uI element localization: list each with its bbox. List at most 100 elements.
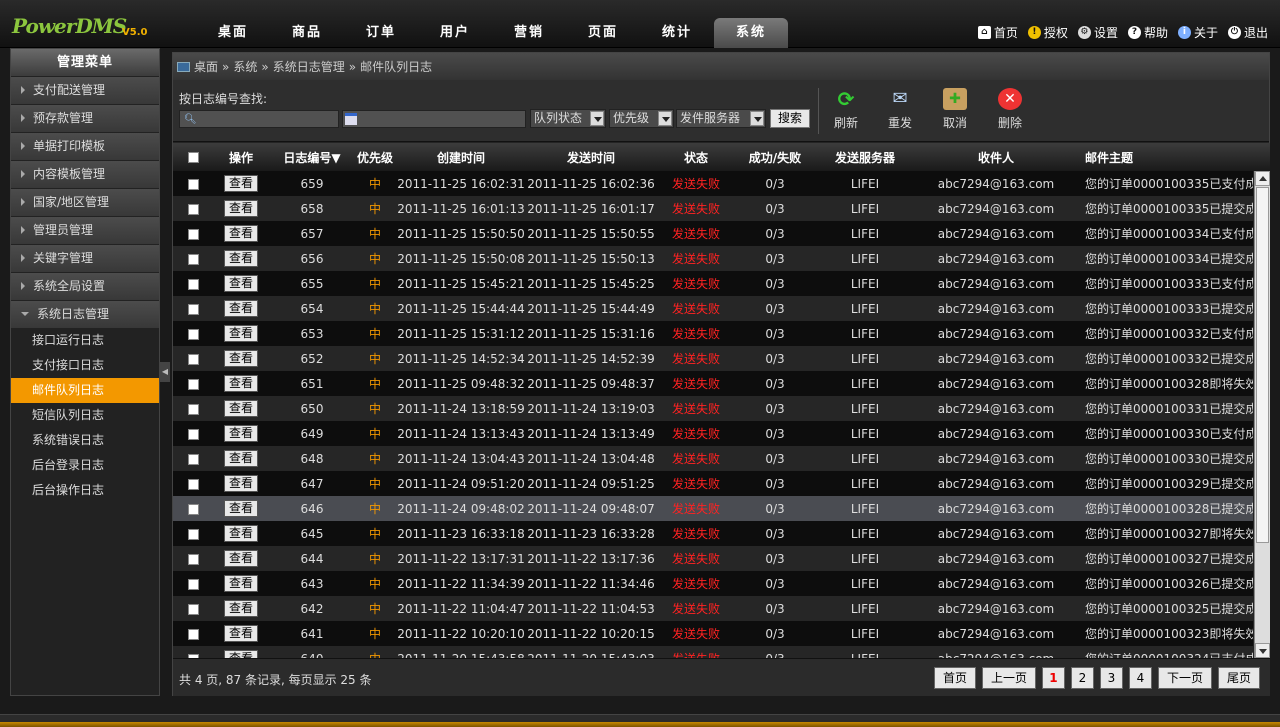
table-row[interactable]: 查看 646 中 2011-11-24 09:48:02 2011-11-24 09:4… [173,496,1253,521]
table-row[interactable]: 查看 647 中 2011-11-24 09:51:20 2011-11-24 09:5… [173,471,1253,496]
table-row[interactable]: 查看 649 中 2011-11-24 13:13:43 2011-11-24 13:1… [173,421,1253,446]
table-row[interactable]: 查看 652 中 2011-11-25 14:52:34 2011-11-25 14:5… [173,346,1253,371]
delete-button[interactable]: ✕ 删除 [987,88,1033,131]
nav-tab-stats[interactable]: 统计 [640,18,714,48]
row-checkbox[interactable] [187,403,199,415]
first-page-button[interactable]: 首页 [933,667,976,689]
sidebar-group-global-settings[interactable]: 系统全局设置 [11,273,159,300]
view-button[interactable]: 查看 [224,500,258,517]
sidebar-item-operation-log[interactable]: 后台操作日志 [11,478,159,503]
sidebar-group-print-templates[interactable]: 单据打印模板 [11,133,159,160]
sidebar-group-admins[interactable]: 管理员管理 [11,217,159,244]
view-button[interactable]: 查看 [224,625,258,642]
view-button[interactable]: 查看 [224,525,258,542]
page-4-button[interactable]: 4 [1128,667,1152,689]
row-checkbox[interactable] [187,553,199,565]
sidebar-item-sms-queue-log[interactable]: 短信队列日志 [11,403,159,428]
view-button[interactable]: 查看 [224,450,258,467]
breadcrumb-desktop[interactable]: 桌面 [194,54,218,80]
table-row[interactable]: 查看 653 中 2011-11-25 15:31:12 2011-11-25 15:3… [173,321,1253,346]
scroll-up-button[interactable] [1255,171,1270,186]
view-button[interactable]: 查看 [224,275,258,292]
table-row[interactable]: 查看 645 中 2011-11-23 16:33:18 2011-11-23 16:3… [173,521,1253,546]
table-row[interactable]: 查看 658 中 2011-11-25 16:01:13 2011-11-25 16:0… [173,196,1253,221]
table-row[interactable]: 查看 642 中 2011-11-22 11:04:47 2011-11-22 11:0… [173,596,1253,621]
row-checkbox[interactable] [187,378,199,390]
row-checkbox[interactable] [187,603,199,615]
table-row[interactable]: 查看 656 中 2011-11-25 15:50:08 2011-11-25 15:5… [173,246,1253,271]
table-row[interactable]: 查看 644 中 2011-11-22 13:17:31 2011-11-22 13:1… [173,546,1253,571]
row-checkbox[interactable] [187,228,199,240]
view-button[interactable]: 查看 [224,175,258,192]
scroll-thumb[interactable] [1256,187,1269,543]
row-checkbox[interactable] [187,628,199,640]
table-row[interactable]: 查看 650 中 2011-11-24 13:18:59 2011-11-24 13:1… [173,396,1253,421]
view-button[interactable]: 查看 [224,200,258,217]
sidebar-group-deposit[interactable]: 预存款管理 [11,105,159,132]
row-checkbox[interactable] [187,353,199,365]
view-button[interactable]: 查看 [224,325,258,342]
refresh-button[interactable]: ⟳ 刷新 [823,88,869,131]
row-checkbox[interactable] [187,178,199,190]
nav-tab-desktop[interactable]: 桌面 [196,18,270,48]
sidebar-item-error-log[interactable]: 系统错误日志 [11,428,159,453]
row-checkbox[interactable] [187,578,199,590]
search-input[interactable] [179,110,339,128]
view-button[interactable]: 查看 [224,250,258,267]
about-link[interactable]: i 关于 [1177,24,1218,41]
resend-button[interactable]: ✉ 重发 [877,88,923,131]
view-button[interactable]: 查看 [224,425,258,442]
sidebar-group-keywords[interactable]: 关键字管理 [11,245,159,272]
settings-link[interactable]: ⚙ 设置 [1077,24,1118,41]
page-1-button[interactable]: 1 [1041,667,1065,689]
view-button[interactable]: 查看 [224,375,258,392]
table-row[interactable]: 查看 655 中 2011-11-25 15:45:21 2011-11-25 15:4… [173,271,1253,296]
table-row[interactable]: 查看 641 中 2011-11-22 10:20:10 2011-11-22 10:2… [173,621,1253,646]
header-log-id[interactable]: 日志编号▼ [269,149,355,166]
search-button[interactable]: 搜索 [770,109,810,128]
prev-page-button[interactable]: 上一页 [981,667,1036,689]
view-button[interactable]: 查看 [224,600,258,617]
logout-link[interactable]: ⏻ 退出 [1227,24,1268,41]
page-2-button[interactable]: 2 [1070,667,1094,689]
row-checkbox[interactable] [187,253,199,265]
nav-tab-orders[interactable]: 订单 [344,18,418,48]
page-3-button[interactable]: 3 [1099,667,1123,689]
priority-select[interactable]: 优先级 [609,109,674,128]
sidebar-group-system-logs[interactable]: 系统日志管理 [11,301,159,328]
table-row[interactable]: 查看 654 中 2011-11-25 15:44:44 2011-11-25 15:4… [173,296,1253,321]
row-checkbox[interactable] [187,328,199,340]
nav-tab-pages[interactable]: 页面 [566,18,640,48]
select-all-checkbox[interactable] [187,152,199,163]
view-button[interactable]: 查看 [224,300,258,317]
nav-tab-products[interactable]: 商品 [270,18,344,48]
sidebar-group-content-templates[interactable]: 内容模板管理 [11,161,159,188]
view-button[interactable]: 查看 [224,225,258,242]
nav-tab-users[interactable]: 用户 [418,18,492,48]
table-row[interactable]: 查看 643 中 2011-11-22 11:34:39 2011-11-22 11:3… [173,571,1253,596]
table-row[interactable]: 查看 657 中 2011-11-25 15:50:50 2011-11-25 15:5… [173,221,1253,246]
calendar-icon[interactable] [345,113,357,125]
sidebar-item-interface-log[interactable]: 接口运行日志 [11,328,159,353]
view-button[interactable]: 查看 [224,475,258,492]
sidebar-group-regions[interactable]: 国家/地区管理 [11,189,159,216]
row-checkbox[interactable] [187,478,199,490]
sidebar-collapse-button[interactable]: ◀ [160,362,170,382]
vertical-scrollbar[interactable] [1254,171,1270,658]
cancel-button[interactable]: ✚ 取消 [932,88,978,131]
row-checkbox[interactable] [187,203,199,215]
help-link[interactable]: ? 帮助 [1127,24,1168,41]
table-row[interactable]: 查看 651 中 2011-11-25 09:48:32 2011-11-25 09:4… [173,371,1253,396]
scroll-down-button[interactable] [1255,643,1270,658]
view-button[interactable]: 查看 [224,650,258,658]
view-button[interactable]: 查看 [224,550,258,567]
sidebar-item-login-log[interactable]: 后台登录日志 [11,453,159,478]
breadcrumb-log-management[interactable]: 系统日志管理 [273,54,345,80]
table-row[interactable]: 查看 648 中 2011-11-24 13:04:43 2011-11-24 13:0… [173,446,1253,471]
breadcrumb-system[interactable]: 系统 [233,54,257,80]
queue-status-select[interactable]: 队列状态 [530,109,606,128]
sidebar-group-payment-delivery[interactable]: 支付配送管理 [11,77,159,104]
nav-tab-system[interactable]: 系统 [714,18,788,48]
row-checkbox[interactable] [187,503,199,515]
next-page-button[interactable]: 下一页 [1157,667,1212,689]
